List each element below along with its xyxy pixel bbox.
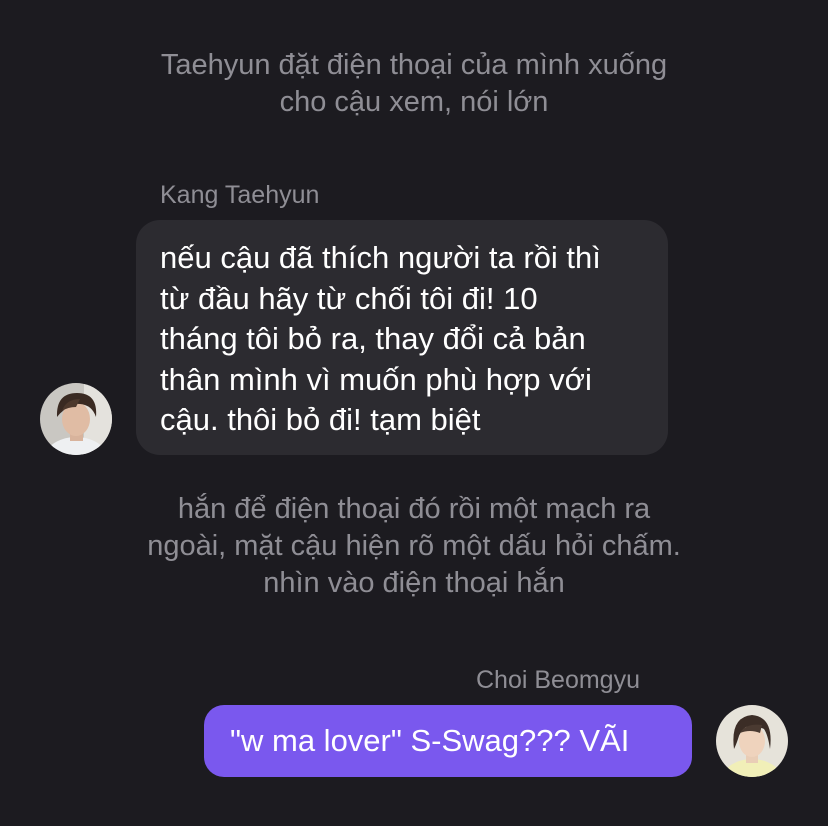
- narration-line: hắn để điện thoại đó rồi một mạch ra: [177, 493, 651, 525]
- incoming-message-bubble[interactable]: nếu cậu đã thích người ta rồi thì từ đầu…: [136, 220, 668, 455]
- message-line: tháng tôi bỏ ra, thay đổi cả bản: [160, 321, 586, 356]
- avatar-choi-beomgyu[interactable]: [716, 705, 788, 777]
- narration-line: cho cậu xem, nói lớn: [279, 86, 549, 118]
- message-line: thân mình vì muốn phù hợp với: [160, 361, 592, 397]
- narration-line: nhìn vào điện thoại hắn: [263, 567, 565, 599]
- message-line: từ đầu hãy từ chối tôi đi! 10: [160, 280, 538, 316]
- narration-line: Taehyun đặt điện thoại của mình xuống: [160, 49, 668, 81]
- message-text: "w ma lover" S-Swag??? VÃI: [230, 723, 630, 758]
- avatar-kang-taehyun[interactable]: [40, 383, 112, 455]
- narration-line: ngoài, mặt cậu hiện rõ một dấu hỏi chấm.: [147, 530, 681, 562]
- outgoing-message-bubble[interactable]: "w ma lover" S-Swag??? VÃI: [204, 705, 692, 777]
- person-avatar-icon: [40, 383, 112, 455]
- chat-screen: Taehyun đặt điện thoại của mình xuống ch…: [0, 0, 828, 826]
- sender-name-choi-beomgyu: Choi Beomgyu: [476, 666, 640, 694]
- sender-name-kang-taehyun: Kang Taehyun: [160, 181, 320, 209]
- narration-text: Taehyun đặt điện thoại của mình xuống ch…: [0, 47, 828, 121]
- person-avatar-icon: [716, 705, 788, 777]
- narration-text: hắn để điện thoại đó rồi một mạch ra ngo…: [0, 491, 828, 602]
- message-line: cậu. thôi bỏ đi! tạm biệt: [160, 402, 481, 437]
- message-line: nếu cậu đã thích người ta rồi thì: [160, 240, 601, 275]
